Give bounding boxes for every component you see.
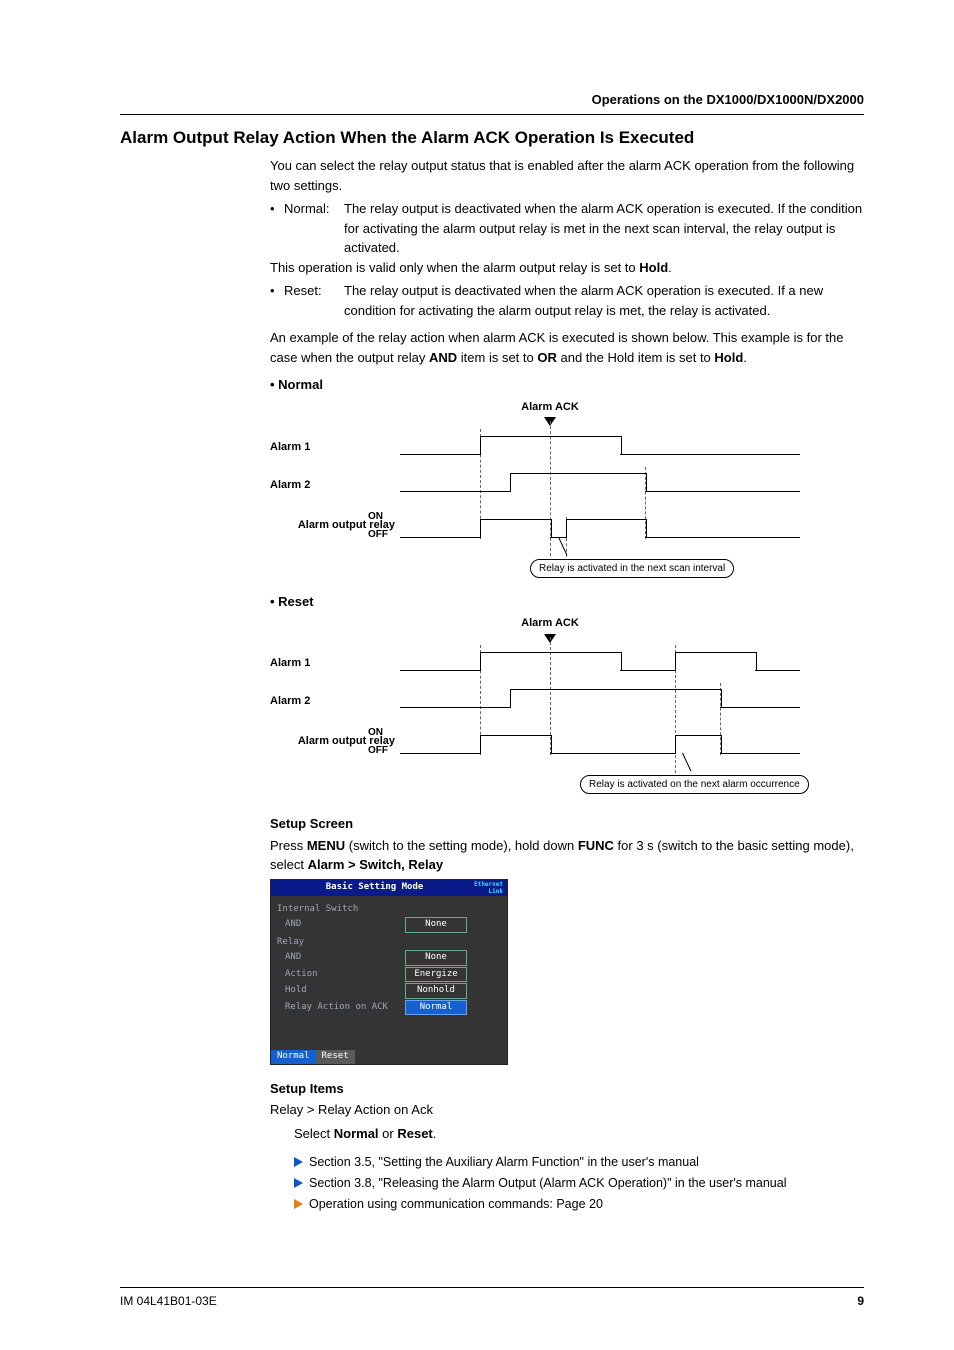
page-footer: IM 04L41B01-03E 9 — [120, 1287, 864, 1310]
triangle-right-icon — [294, 1157, 303, 1167]
shot-row-action: Action Energize — [277, 967, 501, 983]
alarm2-label: Alarm 2 — [270, 477, 400, 494]
shot-row-rack: Relay Action on ACK Normal — [277, 1000, 501, 1016]
mode-reset-body: The relay output is deactivated when the… — [344, 281, 864, 320]
diagram-reset-head: • Reset — [270, 592, 864, 612]
mode-normal-label: Normal: — [284, 199, 344, 219]
example-text: An example of the relay action when alar… — [270, 328, 864, 367]
breadcrumb: Operations on the DX1000/DX1000N/DX2000 — [120, 90, 864, 110]
shot-sec1: Internal Switch — [277, 903, 501, 917]
off-label: OFF — [368, 527, 388, 542]
triangle-right-icon — [294, 1199, 303, 1209]
shot-sec2: Relay — [277, 936, 501, 950]
note-reset: Relay is activated on the next alarm occ… — [580, 775, 809, 794]
tab-normal[interactable]: Normal — [271, 1050, 316, 1064]
mode-normal-note: This operation is valid only when the al… — [270, 258, 864, 278]
and-field[interactable]: None — [405, 917, 467, 933]
tab-reset[interactable]: Reset — [316, 1050, 355, 1064]
on-label: ON — [368, 725, 383, 740]
alarm1-label: Alarm 1 — [270, 655, 400, 672]
setup-items-path: Relay > Relay Action on Ack — [270, 1100, 864, 1120]
diagram-normal-head: • Normal — [270, 375, 864, 395]
ref-link-3[interactable]: Operation using communication commands: … — [294, 1195, 864, 1214]
setup-items-head: Setup Items — [270, 1079, 864, 1099]
setup-items-select: Select Normal or Reset. — [294, 1124, 864, 1144]
device-screenshot: Basic Setting Mode EthernetLink Internal… — [270, 879, 508, 1065]
intro-text: You can select the relay output status t… — [270, 156, 864, 195]
timing-diagram-reset: Alarm ACK Alarm 1 Alarm 2 Alarm output r… — [270, 615, 830, 800]
setup-screen-text: Press MENU (switch to the setting mode),… — [270, 836, 864, 875]
page-number: 9 — [857, 1292, 864, 1310]
shot-badge: EthernetLink — [474, 881, 503, 895]
shot-title: Basic Setting Mode — [275, 881, 474, 895]
hold-field[interactable]: Nonhold — [405, 983, 467, 999]
alarm1-label: Alarm 1 — [270, 439, 400, 456]
divider — [120, 114, 864, 115]
shot-row-and1: AND None — [277, 917, 501, 933]
relay-and-field[interactable]: None — [405, 950, 467, 966]
on-label: ON — [368, 509, 383, 524]
page-title: Alarm Output Relay Action When the Alarm… — [120, 125, 864, 151]
triangle-right-icon — [294, 1178, 303, 1188]
mode-normal-item: • Normal: The relay output is deactivate… — [270, 199, 864, 258]
mode-normal-body: The relay output is deactivated when the… — [344, 199, 864, 258]
shot-row-hold: Hold Nonhold — [277, 983, 501, 999]
setup-screen-head: Setup Screen — [270, 814, 864, 834]
alarm2-label: Alarm 2 — [270, 693, 400, 710]
doc-code: IM 04L41B01-03E — [120, 1292, 217, 1310]
shot-row-and2: AND None — [277, 950, 501, 966]
relay-action-ack-field[interactable]: Normal — [405, 1000, 467, 1016]
note-normal: Relay is activated in the next scan inte… — [530, 559, 734, 578]
action-field[interactable]: Energize — [405, 967, 467, 983]
mode-reset-item: • Reset: The relay output is deactivated… — [270, 281, 864, 320]
mode-reset-label: Reset: — [284, 281, 344, 301]
timing-diagram-normal: Alarm ACK Alarm 1 Alarm 2 Alarm output r… — [270, 399, 830, 584]
off-label: OFF — [368, 743, 388, 758]
ref-link-1[interactable]: Section 3.5, "Setting the Auxiliary Alar… — [294, 1153, 864, 1172]
ref-link-2[interactable]: Section 3.8, "Releasing the Alarm Output… — [294, 1174, 864, 1193]
